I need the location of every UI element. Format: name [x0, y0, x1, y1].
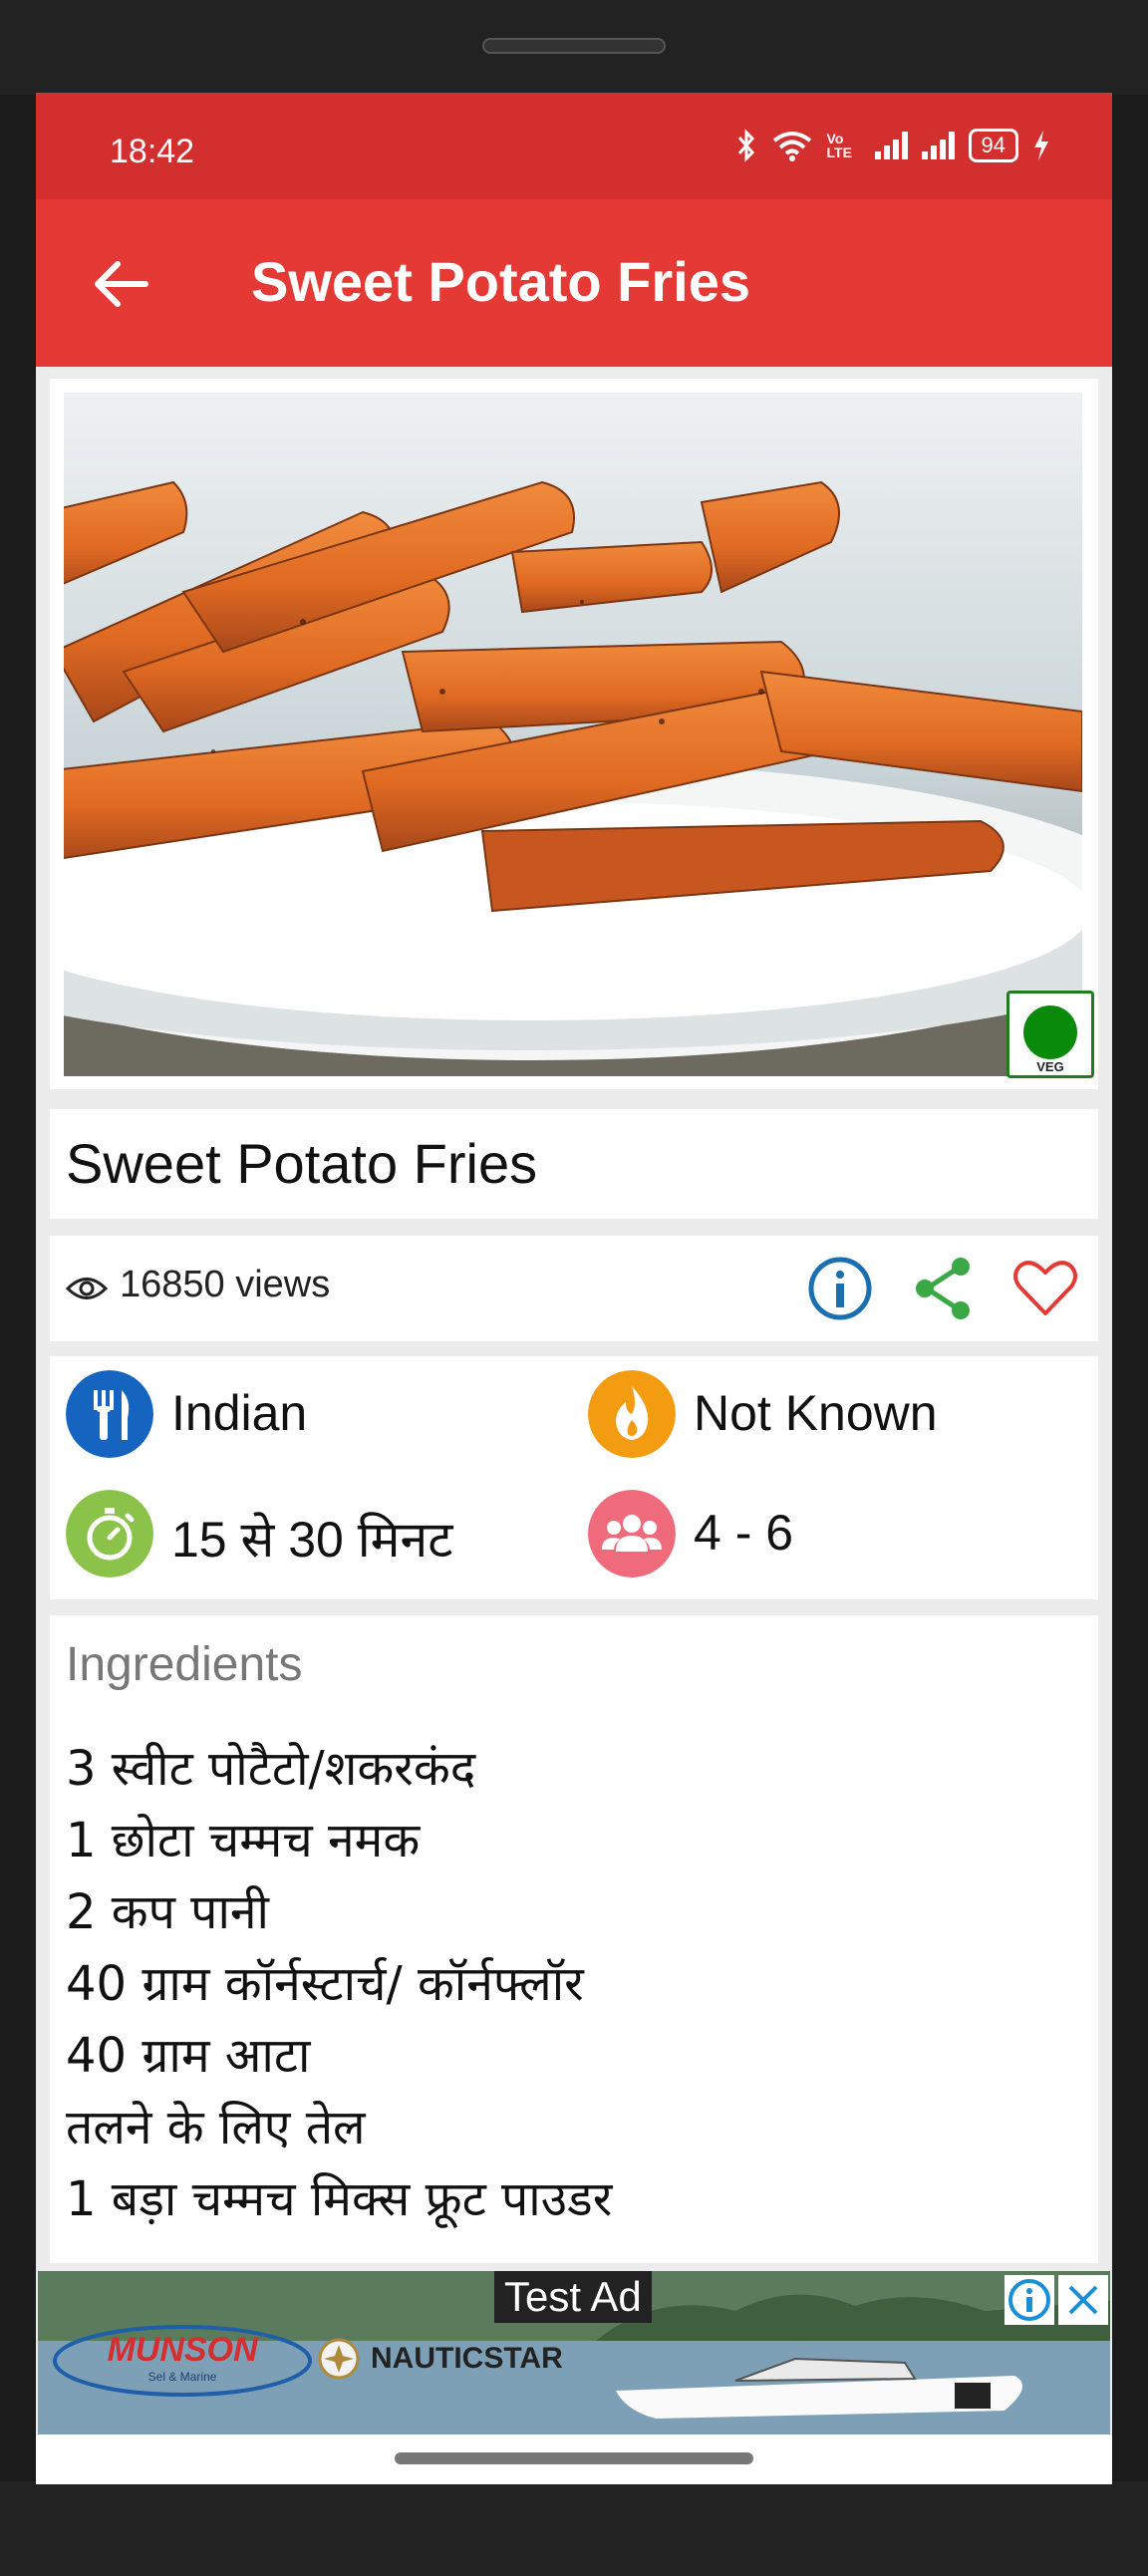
ingredient-item: 40 ग्राम कॉर्नस्टार्च/ कॉर्नफ्लॉर [66, 1956, 584, 2012]
system-nav-bar [36, 2434, 1112, 2484]
app-toolbar: Sweet Potato Fries [36, 199, 1112, 367]
veg-dot-icon [1023, 1005, 1077, 1059]
page-title: Sweet Potato Fries [251, 250, 751, 313]
ingredient-item: 1 छोटा चम्मच नमक [66, 1813, 421, 1868]
signal-icon-1 [874, 132, 908, 159]
nauticstar-text: NAUTICSTAR [371, 2342, 563, 2375]
recipe-photo [64, 393, 1082, 1076]
bluetooth-icon [737, 129, 754, 162]
charging-icon [1034, 131, 1048, 160]
ad-close-icon[interactable] [1058, 2275, 1108, 2325]
recipe-meta-card: Indian Not Known 15 से 30 मिनट 4 - 6 [50, 1356, 1098, 1599]
back-arrow-icon[interactable] [86, 249, 155, 319]
ad-info-icon[interactable] [1004, 2275, 1054, 2325]
time-label: 15 से 30 मिनट [171, 1512, 453, 1568]
volte-icon: Vo LTE [826, 131, 852, 160]
recipe-image-card: VEG [50, 379, 1098, 1089]
ingredients-list: 3 स्वीट पोटैटो/शकरकंद 1 छोटा चम्मच नमक 2… [66, 1733, 612, 2235]
status-time: 18:42 [110, 133, 195, 170]
phone-frame-bottom [0, 2481, 1148, 2576]
recipe-title: Sweet Potato Fries [66, 1132, 538, 1195]
info-icon[interactable] [805, 1254, 875, 1323]
status-bar: 18:42 Vo LTE 94 [36, 93, 1112, 199]
signal-icon-2 [921, 132, 955, 159]
munson-logo-text: MUNSON [107, 2331, 259, 2369]
veg-label: VEG [1036, 1059, 1064, 1074]
status-icons: Vo LTE 94 [735, 129, 1050, 162]
ad-banner[interactable]: MUNSON Sel & Marine NAUTICSTAR Test Ad [38, 2271, 1110, 2434]
ingredient-item: तलने के लिए तेल [66, 2100, 366, 2155]
home-gesture-bar[interactable] [395, 2452, 753, 2464]
ingredients-card: Ingredients 3 स्वीट पोटैटो/शकरकंद 1 छोटा… [50, 1615, 1098, 2263]
ingredient-item: 1 बड़ा चम्मच मिक्स फ्रूट पाउडर [66, 2171, 613, 2227]
recipe-title-card: Sweet Potato Fries [50, 1109, 1098, 1219]
munson-logo-subtext: Sel & Marine [148, 2370, 217, 2384]
views-count: 16850 views [120, 1264, 331, 1305]
fork-knife-icon [66, 1370, 153, 1458]
heart-icon[interactable] [1010, 1254, 1080, 1323]
nauticstar-logo: NAUTICSTAR [317, 2337, 563, 2381]
eye-icon [66, 1278, 108, 1299]
ingredient-item: 2 कप पानी [66, 1884, 269, 1940]
veg-badge: VEG [1006, 991, 1094, 1078]
nauticstar-emblem-icon [318, 2338, 360, 2380]
cuisine-label: Indian [171, 1385, 308, 1441]
difficulty-label: Not Known [694, 1385, 938, 1441]
ingredient-item: 40 ग्राम आटा [66, 2028, 311, 2084]
ingredient-item: 3 स्वीट पोटैटो/शकरकंद [66, 1741, 476, 1797]
phone-screen: 18:42 Vo LTE 94 Sweet Potato Fries VEG S… [36, 93, 1112, 2484]
ad-label: Test Ad [494, 2271, 652, 2323]
ingredients-heading: Ingredients [66, 1638, 303, 1691]
share-icon[interactable] [909, 1254, 979, 1323]
servings-label: 4 - 6 [694, 1505, 794, 1561]
stopwatch-icon [66, 1490, 153, 1577]
flame-icon [588, 1370, 676, 1458]
phone-speaker [482, 38, 666, 54]
wifi-icon [772, 132, 811, 161]
views-actions-card: 16850 views [50, 1236, 1098, 1341]
people-icon [588, 1490, 676, 1577]
munson-logo: MUNSON Sel & Marine [53, 2325, 312, 2397]
battery-indicator: 94 [968, 129, 1018, 162]
